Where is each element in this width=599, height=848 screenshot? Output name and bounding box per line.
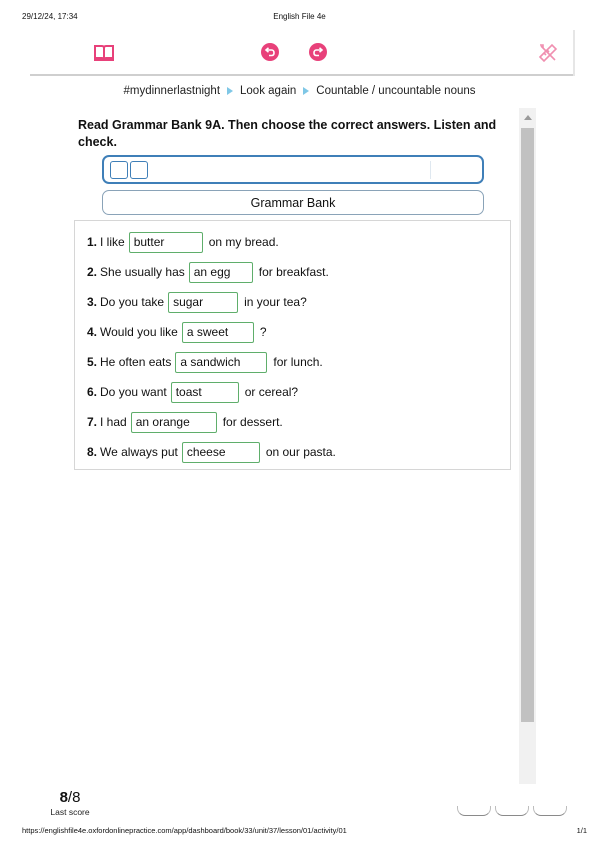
item-number: 4. <box>87 325 98 339</box>
print-footer-page: 1/1 <box>576 826 587 835</box>
chevron-right-icon <box>303 87 310 95</box>
exercise-item: 6. Do you want toast or cereal? <box>87 380 298 404</box>
print-title: English File 4e <box>273 12 326 21</box>
score-value: 8/8 <box>50 789 90 806</box>
item-text-before: I had <box>100 415 127 429</box>
item-number: 7. <box>87 415 98 429</box>
tools-icon[interactable] <box>536 41 560 65</box>
scrollbar[interactable] <box>519 108 536 784</box>
answer-gap[interactable]: an orange <box>130 411 217 433</box>
item-text-before: Do you want <box>100 385 167 399</box>
nav-button[interactable] <box>495 806 529 816</box>
score-total: /8 <box>67 789 81 806</box>
redo-icon[interactable] <box>308 42 328 62</box>
answer-gap[interactable]: sugar <box>168 291 239 313</box>
scroll-thumb[interactable] <box>521 128 534 722</box>
breadcrumb: #mydinnerlastnight Look again Countable … <box>0 85 599 97</box>
item-text-before: I like <box>100 235 125 249</box>
toolbar-edge <box>573 30 575 76</box>
item-text-before: She usually has <box>100 265 185 279</box>
item-number: 6. <box>87 385 98 399</box>
book-icon[interactable] <box>92 42 116 64</box>
answer-gap[interactable]: a sandwich <box>175 351 268 373</box>
grammar-bank-button[interactable]: Grammar Bank <box>102 190 484 215</box>
answer-bar-divider <box>430 161 431 179</box>
score-number: 8 <box>59 789 68 806</box>
answer-slot[interactable] <box>130 161 148 179</box>
item-number: 2. <box>87 265 98 279</box>
item-text-before: We always put <box>100 445 178 459</box>
item-text-after: or cereal? <box>244 385 299 399</box>
answer-gap[interactable]: butter <box>128 231 203 253</box>
nav-button[interactable] <box>533 806 567 816</box>
instruction-text: Read Grammar Bank 9A. Then choose the co… <box>78 118 497 149</box>
item-text-before: Do you take <box>100 295 165 309</box>
item-text-after: in your tea? <box>244 295 307 309</box>
exercise-item: 1. I like butter on my bread. <box>87 230 279 254</box>
item-text-after: for breakfast. <box>258 265 329 279</box>
answer-gap[interactable]: toast <box>170 381 239 403</box>
item-number: 5. <box>87 355 98 369</box>
item-text-after: for lunch. <box>273 355 323 369</box>
exercise-item: 2. She usually has an egg for breakfast. <box>87 260 329 284</box>
nav-button[interactable] <box>457 806 491 816</box>
item-text-after: on our pasta. <box>265 445 336 459</box>
exercise-item: 8. We always put cheese on our pasta. <box>87 440 336 464</box>
item-number: 1. <box>87 235 98 249</box>
item-text-before: Would you like <box>100 325 178 339</box>
exercise-item: 7. I had an orange for dessert. <box>87 410 283 434</box>
breadcrumb-unit[interactable]: #mydinnerlastnight <box>123 85 220 97</box>
item-text-after: ? <box>259 325 267 339</box>
breadcrumb-activity: Countable / uncountable nouns <box>316 85 476 97</box>
exercise-item: 5. He often eats a sandwich for lunch. <box>87 350 323 374</box>
item-text-after: for dessert. <box>222 415 283 429</box>
exercise-item: 3. Do you take sugar in your tea? <box>87 290 307 314</box>
answer-gap[interactable]: an egg <box>188 261 253 283</box>
item-number: 8. <box>87 445 98 459</box>
score-label: Last score <box>50 807 90 817</box>
print-footer-url: https://englishfile4e.oxfordonlinepracti… <box>22 826 347 835</box>
answer-slot[interactable] <box>110 161 128 179</box>
toolbar <box>30 30 575 76</box>
last-score: 8/8 Last score <box>50 789 90 817</box>
exercise-item: 4. Would you like a sweet ? <box>87 320 267 344</box>
breadcrumb-section[interactable]: Look again <box>240 85 296 97</box>
answer-gap[interactable]: a sweet <box>181 321 254 343</box>
item-text-before: He often eats <box>100 355 172 369</box>
exercise-panel: 1. I like butter on my bread. 2. She usu… <box>74 220 511 470</box>
scroll-up-icon[interactable] <box>519 108 536 126</box>
undo-icon[interactable] <box>260 42 280 62</box>
item-text-after: on my bread. <box>208 235 279 249</box>
chevron-right-icon <box>227 87 234 95</box>
answer-bar[interactable] <box>102 155 484 184</box>
item-number: 3. <box>87 295 98 309</box>
answer-gap[interactable]: cheese <box>181 441 260 463</box>
